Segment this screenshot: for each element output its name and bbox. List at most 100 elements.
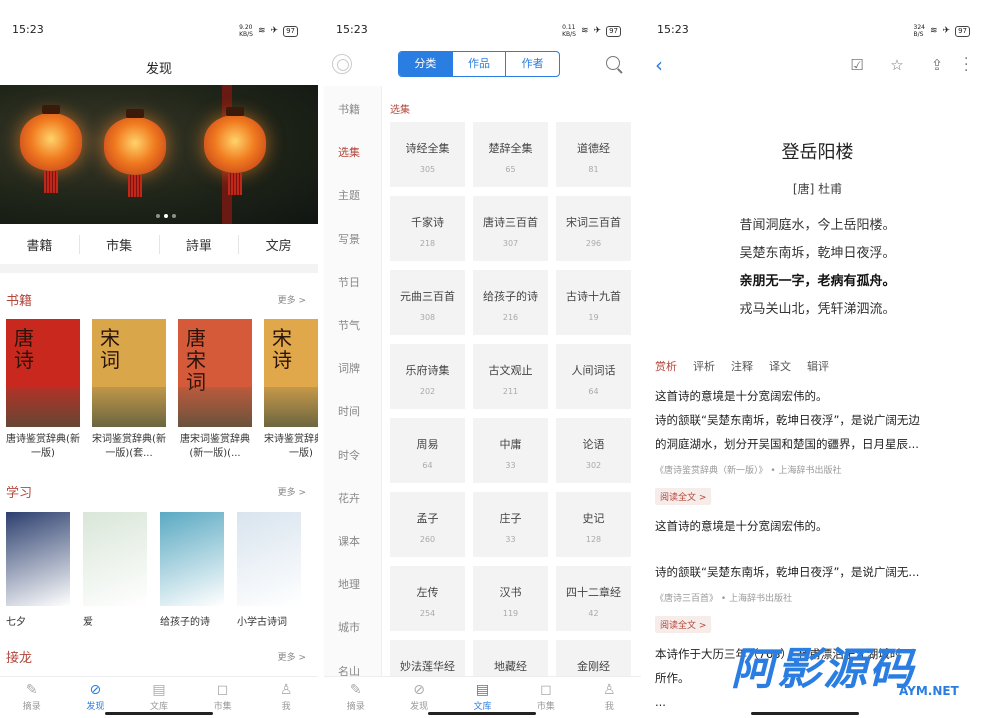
tab-quill[interactable]: ✎ 摘录 <box>324 677 387 718</box>
collection-count: 64 <box>422 461 433 470</box>
collection-tile[interactable]: 金刚经 <box>556 640 631 676</box>
more-link[interactable]: 更多 > <box>278 293 306 306</box>
collection-tile[interactable]: 周易 64 <box>390 418 465 483</box>
content-tab[interactable]: 译文 <box>769 358 791 374</box>
calendar-check-icon[interactable]: ☑ <box>848 56 866 74</box>
collection-count: 211 <box>502 387 519 396</box>
category-item[interactable]: 主题 <box>324 187 374 203</box>
collection-tile[interactable]: 左传 254 <box>390 566 465 631</box>
more-link[interactable]: 更多 > <box>278 650 306 663</box>
commentary-text: 的洞庭湖水，划分开吴国和楚国的疆界，日月星辰... <box>655 437 919 451</box>
collection-count: 218 <box>419 239 436 248</box>
category-item[interactable]: 选集 <box>324 144 374 160</box>
back-icon[interactable]: ‹ <box>655 55 663 75</box>
share-icon[interactable]: ⇪ <box>928 56 946 74</box>
collection-tile[interactable]: 四十二章经 42 <box>556 566 631 631</box>
category-item[interactable]: 时令 <box>324 447 374 463</box>
collection-tile[interactable]: 唐诗三百首 307 <box>473 196 548 261</box>
commentary-source: 《唐诗三百首》 • 上海辞书出版社 <box>655 594 793 604</box>
book-cover-title: 唐诗 <box>14 326 34 372</box>
read-more-button[interactable]: 阅读全文 > <box>655 488 712 505</box>
learn-cover <box>160 512 224 606</box>
collection-tile[interactable]: 古文观止 211 <box>473 344 548 409</box>
collection-tile[interactable]: 道德经 81 <box>556 122 631 187</box>
segment-tab[interactable]: 作者 <box>506 52 559 76</box>
category-item[interactable]: 花卉 <box>324 490 374 506</box>
segment-tab[interactable]: 分类 <box>399 52 453 76</box>
learn-card[interactable]: 给孩子的诗 <box>160 512 224 630</box>
learn-card[interactable]: 小学古诗词 <box>237 512 301 630</box>
star-icon[interactable]: ☆ <box>888 56 906 74</box>
collection-tile[interactable]: 诗经全集 305 <box>390 122 465 187</box>
sync-icon[interactable] <box>332 54 352 74</box>
category-item[interactable]: 节日 <box>324 274 374 290</box>
category-item[interactable]: 课本 <box>324 533 374 549</box>
collection-name: 妙法莲华经 <box>400 660 455 673</box>
collection-tile[interactable]: 论语 302 <box>556 418 631 483</box>
search-icon[interactable] <box>606 56 620 70</box>
grid-label: 选集 <box>390 105 410 116</box>
collection-tile[interactable]: 楚辞全集 65 <box>473 122 548 187</box>
more-link[interactable]: 更多 > <box>278 485 306 498</box>
status-time: 15:23 <box>336 23 368 36</box>
collection-tile[interactable]: 给孩子的诗 216 <box>473 270 548 335</box>
toolbar: ☑ ☆ ⇪ <box>848 56 946 74</box>
read-more-button[interactable]: 阅读全文 > <box>655 616 712 633</box>
watermark-sub: AYM.NET <box>899 684 959 698</box>
learn-card[interactable]: 爱 <box>83 512 147 630</box>
collection-tile[interactable]: 千家诗 218 <box>390 196 465 261</box>
collection-tile[interactable]: 孟子 260 <box>390 492 465 557</box>
tab-quill[interactable]: ✎ 摘录 <box>0 677 64 718</box>
category-item[interactable]: 地理 <box>324 576 374 592</box>
more-options-icon[interactable]: · · · <box>964 52 968 78</box>
segment-tab[interactable]: 作品 <box>453 52 507 76</box>
collection-tile[interactable]: 地藏经 <box>473 640 548 676</box>
collection-tile[interactable]: 庄子 33 <box>473 492 548 557</box>
collection-tile[interactable]: 古诗十九首 19 <box>556 270 631 335</box>
content-tab[interactable]: 赏析 <box>655 358 677 374</box>
tab-person[interactable]: ♙ 我 <box>578 677 641 718</box>
collection-tile[interactable]: 妙法莲华经 <box>390 640 465 676</box>
quick-nav-studio[interactable]: 文房 <box>239 235 318 254</box>
collection-tile[interactable]: 史记 128 <box>556 492 631 557</box>
learn-title: 七夕 <box>6 617 26 628</box>
network-speed: 324 B/S <box>913 24 925 38</box>
book-card[interactable]: 宋词 宋词鉴赏辞典(新一版)(套... <box>92 319 166 464</box>
learn-row: 七夕 爱 给孩子的诗 小学古诗词 <box>6 512 318 630</box>
category-item[interactable]: 时间 <box>324 403 374 419</box>
quick-nav-market[interactable]: 市集 <box>80 234 160 254</box>
landscape-art <box>92 387 166 427</box>
banner-carousel[interactable] <box>0 85 318 224</box>
category-item[interactable]: 节气 <box>324 317 374 333</box>
book-card[interactable]: 唐诗 唐诗鉴赏辞典(新一版) <box>6 319 80 464</box>
content-tab[interactable]: 辑评 <box>807 358 829 374</box>
category-item[interactable]: 写景 <box>324 231 374 247</box>
collection-tile[interactable]: 元曲三百首 308 <box>390 270 465 335</box>
collection-tile[interactable]: 人间词话 64 <box>556 344 631 409</box>
collection-tile[interactable]: 乐府诗集 202 <box>390 344 465 409</box>
learn-title: 小学古诗词 <box>237 617 287 628</box>
collection-tile[interactable]: 中庸 33 <box>473 418 548 483</box>
lantern-image <box>104 109 166 197</box>
category-item[interactable]: 书籍 <box>324 101 374 117</box>
books-icon: ▤ <box>152 682 166 698</box>
collection-count: 33 <box>505 461 516 470</box>
category-item[interactable]: 词牌 <box>324 360 374 376</box>
category-item[interactable]: 城市 <box>324 619 374 635</box>
collection-count: 19 <box>588 313 599 322</box>
book-card[interactable]: 宋诗宋诗鉴赏辞典(新一版) <box>264 319 318 464</box>
quick-nav-books[interactable]: 書籍 <box>0 234 80 254</box>
tab-person[interactable]: ♙ 我 <box>254 677 318 718</box>
book-card[interactable]: 唐宋词 唐宋词鉴赏辞典(新一版)(... <box>178 319 252 464</box>
content-tab[interactable]: 评析 <box>693 358 715 374</box>
lantern-image <box>20 105 82 193</box>
airplane-icon: ✈ <box>270 26 279 36</box>
poem-detail-screen: 15:23 324 B/S ≋ ✈ 97 ‹ ☑ ☆ ⇪ · · · 登岳阳楼 [唐… <box>645 0 990 718</box>
learn-card[interactable]: 七夕 <box>6 512 70 630</box>
learn-title: 给孩子的诗 <box>160 617 210 628</box>
books-row: 唐诗 唐诗鉴赏辞典(新一版) 宋词 宋词鉴赏辞典(新一版)(套... 唐宋词 唐宋词鉴赏辞… <box>6 319 318 464</box>
collection-tile[interactable]: 宋词三百首 296 <box>556 196 631 261</box>
quick-nav-poem-list[interactable]: 詩單 <box>160 234 240 254</box>
content-tab[interactable]: 注释 <box>731 358 753 374</box>
collection-tile[interactable]: 汉书 119 <box>473 566 548 631</box>
